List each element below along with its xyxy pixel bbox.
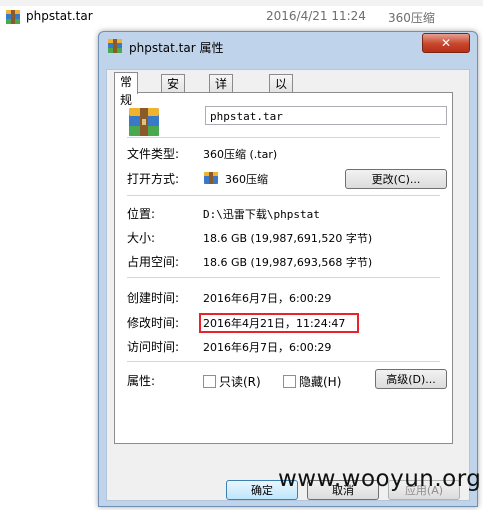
close-button[interactable]: ✕ bbox=[422, 33, 470, 53]
explorer-file-type: 360压缩 bbox=[388, 11, 435, 25]
open-with-label: 打开方式: bbox=[127, 172, 180, 186]
advanced-button[interactable]: 高级(D)... bbox=[375, 369, 447, 389]
created-value: 2016年6月7日，6:00:29 bbox=[203, 292, 332, 305]
modified-label: 修改时间: bbox=[127, 316, 180, 330]
tab-general[interactable]: 常规 bbox=[114, 72, 139, 107]
dialog-client-area: 常规 安全 详细信息 以前的版本 phpstat.tar 文件类型: 360压缩… bbox=[106, 69, 470, 501]
explorer-file-row[interactable]: phpstat.tar 2016/4/21 11:24 360压缩 bbox=[0, 6, 483, 28]
dialog-titlebar[interactable]: phpstat.tar 属性 ✕ bbox=[99, 32, 477, 60]
readonly-checkbox[interactable] bbox=[203, 375, 216, 388]
size-on-disk-label: 占用空间: bbox=[127, 255, 180, 269]
location-value: D:\迅雷下载\phpstat bbox=[203, 208, 320, 221]
location-label: 位置: bbox=[127, 207, 156, 221]
divider bbox=[127, 195, 440, 196]
modified-highlight-box bbox=[199, 313, 359, 333]
accessed-value: 2016年6月7日，6:00:29 bbox=[203, 341, 332, 354]
created-label: 创建时间: bbox=[127, 291, 180, 305]
tab-details[interactable]: 详细信息 bbox=[209, 74, 234, 145]
archive-icon bbox=[203, 171, 219, 188]
readonly-label: 只读(R) bbox=[219, 375, 261, 389]
file-type-value: 360压缩 (.tar) bbox=[203, 148, 278, 161]
archive-icon bbox=[107, 38, 123, 57]
dialog-title: phpstat.tar 属性 bbox=[129, 41, 224, 55]
size-on-disk-value: 18.6 GB (19,987,693,568 字节) bbox=[203, 256, 373, 269]
file-type-label: 文件类型: bbox=[127, 147, 180, 161]
close-icon: ✕ bbox=[440, 36, 452, 50]
explorer-file-name: phpstat.tar bbox=[26, 9, 93, 23]
explorer-file-date: 2016/4/21 11:24 bbox=[266, 9, 366, 23]
attributes-label: 属性: bbox=[127, 374, 156, 388]
divider bbox=[127, 277, 440, 278]
open-with-value: 360压缩 bbox=[225, 173, 268, 186]
divider bbox=[127, 137, 440, 138]
watermark-text: www.wooyun.org bbox=[278, 466, 482, 492]
tab-previous-versions[interactable]: 以前的版本 bbox=[269, 74, 294, 163]
accessed-label: 访问时间: bbox=[127, 340, 180, 354]
general-tab-panel: phpstat.tar 文件类型: 360压缩 (.tar) 打开方式: 360… bbox=[114, 92, 453, 444]
size-label: 大小: bbox=[127, 231, 156, 245]
file-name-field[interactable]: phpstat.tar bbox=[205, 106, 447, 125]
size-value: 18.6 GB (19,987,691,520 字节) bbox=[203, 232, 373, 245]
change-button[interactable]: 更改(C)... bbox=[345, 169, 447, 189]
archive-icon bbox=[5, 9, 21, 28]
tab-security[interactable]: 安全 bbox=[161, 74, 186, 109]
hidden-label: 隐藏(H) bbox=[299, 375, 342, 389]
properties-dialog: phpstat.tar 属性 ✕ 常规 安全 详细信息 以前的版本 phpsta… bbox=[98, 31, 478, 507]
divider bbox=[127, 361, 440, 362]
hidden-checkbox[interactable] bbox=[283, 375, 296, 388]
